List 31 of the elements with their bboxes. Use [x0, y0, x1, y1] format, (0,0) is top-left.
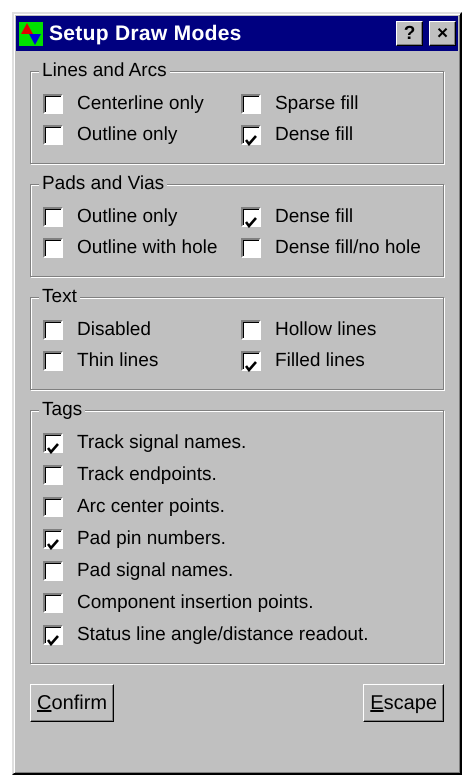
- checkbox[interactable]: Arc center points.: [43, 493, 435, 521]
- checkmark-icon: [45, 632, 61, 649]
- checkmark-icon: [243, 358, 259, 375]
- checkbox[interactable]: Pad pin numbers.: [43, 525, 435, 553]
- checkbox[interactable]: Disabled: [43, 316, 241, 344]
- checkbox[interactable]: Dense fill: [241, 203, 435, 231]
- checkbox[interactable]: Outline only: [43, 203, 241, 231]
- checkbox[interactable]: Outline with hole: [43, 234, 241, 262]
- checkbox[interactable]: Component insertion points.: [43, 589, 435, 617]
- checkbox[interactable]: Filled lines: [241, 347, 435, 375]
- checkbox[interactable]: Thin lines: [43, 347, 241, 375]
- checkbox[interactable]: Hollow lines: [241, 316, 435, 344]
- close-button[interactable]: ×: [429, 21, 456, 46]
- help-button[interactable]: ?: [396, 21, 423, 46]
- checkbox[interactable]: Status line angle/distance readout.: [43, 621, 435, 649]
- escape-button[interactable]: Escape: [363, 684, 444, 722]
- checkbox[interactable]: Outline only: [43, 121, 241, 149]
- checkmark-icon: [243, 214, 259, 231]
- checkmark-icon: [45, 440, 61, 457]
- window-title: Setup Draw Modes: [49, 20, 243, 47]
- checkbox[interactable]: Centerline only: [43, 90, 241, 118]
- checkmark-icon: [243, 132, 259, 149]
- app-icon: [19, 22, 43, 46]
- checkbox[interactable]: Track signal names.: [43, 429, 435, 457]
- checkmark-icon: [45, 536, 61, 553]
- checkbox[interactable]: Pad signal names.: [43, 557, 435, 585]
- checkbox[interactable]: Dense fill: [241, 121, 435, 149]
- checkbox[interactable]: Dense fill/no hole: [241, 234, 435, 262]
- checkbox[interactable]: Track endpoints.: [43, 461, 435, 489]
- confirm-button[interactable]: Confirm: [30, 684, 114, 722]
- checkbox[interactable]: Sparse fill: [241, 90, 435, 118]
